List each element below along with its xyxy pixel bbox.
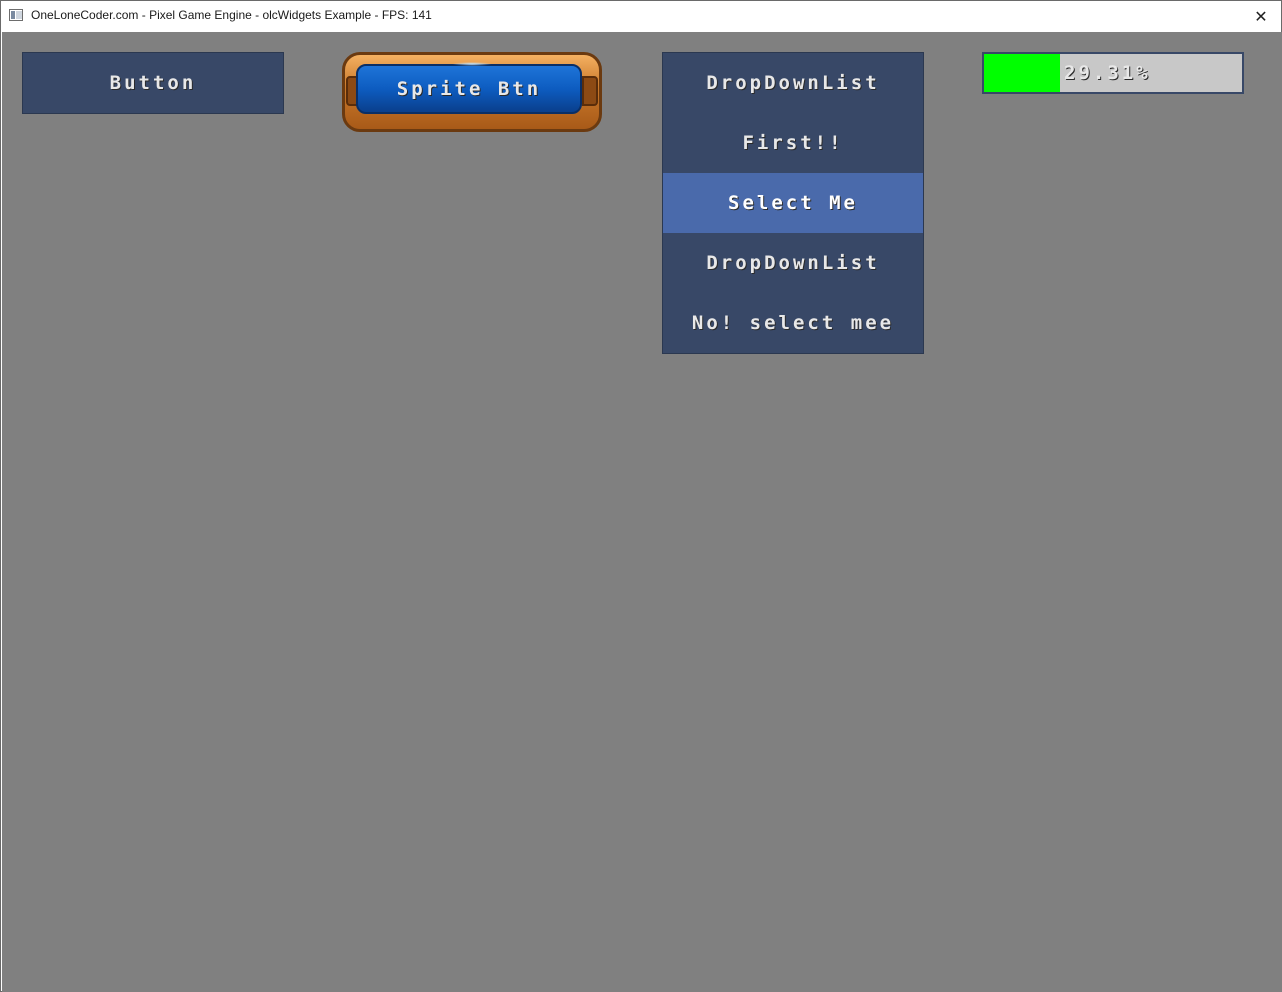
sprite-button-face: Sprite Btn [356, 64, 582, 114]
button-label: Button [109, 72, 197, 94]
app-window-icon [9, 9, 23, 21]
dropdown-list[interactable]: DropDownList First!! Select Me DropDownL… [662, 52, 924, 354]
dropdown-item-first[interactable]: First!! [663, 113, 923, 173]
dropdown-item-no-select[interactable]: No! select mee [663, 293, 923, 353]
dropdown-item-select-me[interactable]: Select Me [663, 173, 923, 233]
game-canvas: Button Sprite Btn DropDownList First!! S… [2, 32, 1282, 992]
sprite-button-right-notch [582, 76, 598, 106]
progress-label: 29.31% [1064, 62, 1151, 84]
sprite-button-label: Sprite Btn [396, 78, 542, 100]
dropdown-item-label: First!! [742, 132, 844, 154]
sprite-button[interactable]: Sprite Btn [342, 52, 602, 132]
progress-bar: 29.31% [982, 52, 1244, 94]
dropdown-header[interactable]: DropDownList [663, 53, 923, 113]
title-bar[interactable]: OneLoneCoder.com - Pixel Game Engine - o… [1, 1, 1281, 31]
dropdown-item-label: Select Me [728, 192, 858, 214]
dropdown-item-dropdownlist[interactable]: DropDownList [663, 233, 923, 293]
window-title: OneLoneCoder.com - Pixel Game Engine - o… [31, 8, 432, 22]
app-window: OneLoneCoder.com - Pixel Game Engine - o… [0, 0, 1282, 992]
progress-fill [984, 54, 1060, 92]
dropdown-item-label: DropDownList [706, 252, 880, 274]
dropdown-item-label: No! select mee [691, 312, 895, 334]
sprite-button-shine [452, 62, 492, 66]
close-icon[interactable]: ✕ [1241, 1, 1281, 31]
button-widget[interactable]: Button [22, 52, 284, 114]
dropdown-item-label: DropDownList [706, 72, 880, 94]
